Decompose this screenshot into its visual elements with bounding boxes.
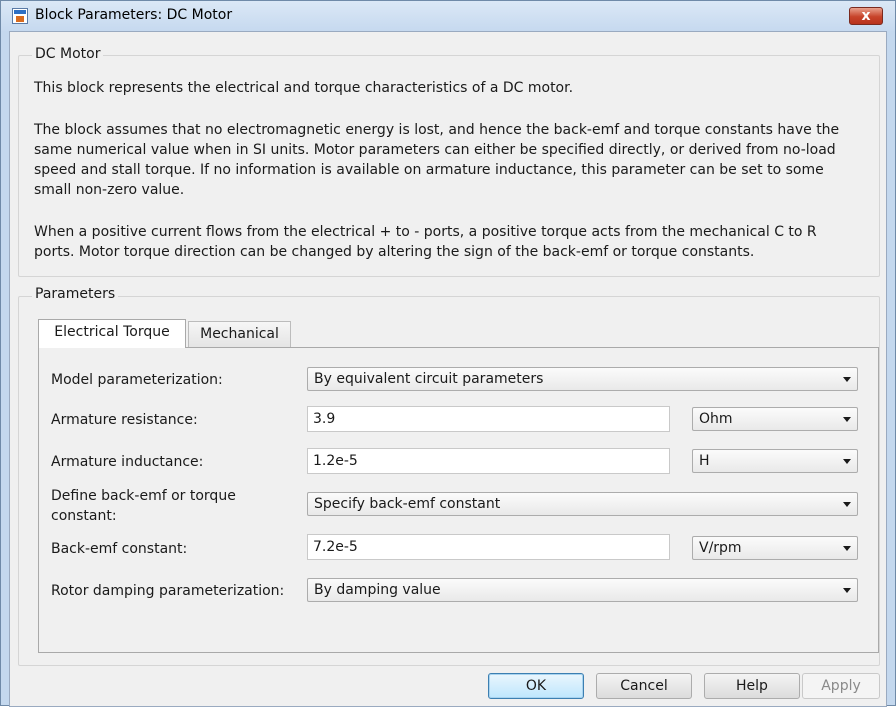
back-emf-constant-input[interactable]: 7.2e-5 [307, 534, 670, 560]
dialog-window: Block Parameters: DC Motor x DC Motor Th… [0, 0, 896, 707]
model-parameterization-dropdown[interactable]: By equivalent circuit parameters [307, 367, 858, 391]
armature-resistance-label: Armature resistance: [51, 412, 198, 428]
back-emf-constant-unit-dropdown[interactable]: V/rpm [692, 536, 858, 560]
close-button[interactable]: x [849, 7, 883, 25]
model-parameterization-value: By equivalent circuit parameters [314, 371, 544, 387]
icon-block [16, 16, 24, 22]
icon-bar [14, 10, 26, 14]
title-bar[interactable]: Block Parameters: DC Motor x [1, 1, 895, 31]
armature-inductance-unit-value: H [699, 453, 710, 469]
chevron-down-icon [843, 459, 851, 464]
armature-resistance-input[interactable]: 3.9 [307, 406, 670, 432]
dialog-client-area: DC Motor This block represents the elect… [9, 31, 887, 707]
rotor-damping-value: By damping value [314, 582, 441, 598]
parameters-group-label: Parameters [32, 286, 119, 302]
define-constant-label-line2: constant: [51, 508, 117, 524]
tab-electrical-torque[interactable]: Electrical Torque [38, 319, 186, 348]
chevron-down-icon [843, 502, 851, 507]
tab-mechanical[interactable]: Mechanical [188, 321, 291, 348]
description-paragraph-1: This block represents the electrical and… [34, 80, 574, 96]
rotor-damping-dropdown[interactable]: By damping value [307, 578, 858, 602]
simulink-block-icon [12, 8, 28, 24]
define-constant-label-line1: Define back-emf or torque [51, 488, 236, 504]
chevron-down-icon [843, 377, 851, 382]
ok-button[interactable]: OK [488, 673, 584, 699]
chevron-down-icon [843, 546, 851, 551]
rotor-damping-label: Rotor damping parameterization: [51, 583, 285, 599]
armature-inductance-unit-dropdown[interactable]: H [692, 449, 858, 473]
description-paragraph-2: The block assumes that no electromagneti… [34, 122, 840, 198]
description-group-label: DC Motor [32, 46, 104, 62]
model-parameterization-label: Model parameterization: [51, 372, 223, 388]
armature-resistance-unit-dropdown[interactable]: Ohm [692, 407, 858, 431]
description-paragraph-3: When a positive current flows from the e… [34, 224, 817, 260]
back-emf-constant-unit-value: V/rpm [699, 540, 742, 556]
window-title: Block Parameters: DC Motor [35, 7, 233, 23]
define-constant-value: Specify back-emf constant [314, 496, 501, 512]
back-emf-constant-label: Back-emf constant: [51, 541, 188, 557]
define-constant-dropdown[interactable]: Specify back-emf constant [307, 492, 858, 516]
armature-resistance-unit-value: Ohm [699, 411, 733, 427]
apply-button[interactable]: Apply [802, 673, 880, 699]
chevron-down-icon [843, 588, 851, 593]
help-button[interactable]: Help [704, 673, 800, 699]
chevron-down-icon [843, 417, 851, 422]
armature-inductance-input[interactable]: 1.2e-5 [307, 448, 670, 474]
armature-inductance-label: Armature inductance: [51, 454, 204, 470]
close-icon: x [861, 8, 871, 24]
cancel-button[interactable]: Cancel [596, 673, 692, 699]
